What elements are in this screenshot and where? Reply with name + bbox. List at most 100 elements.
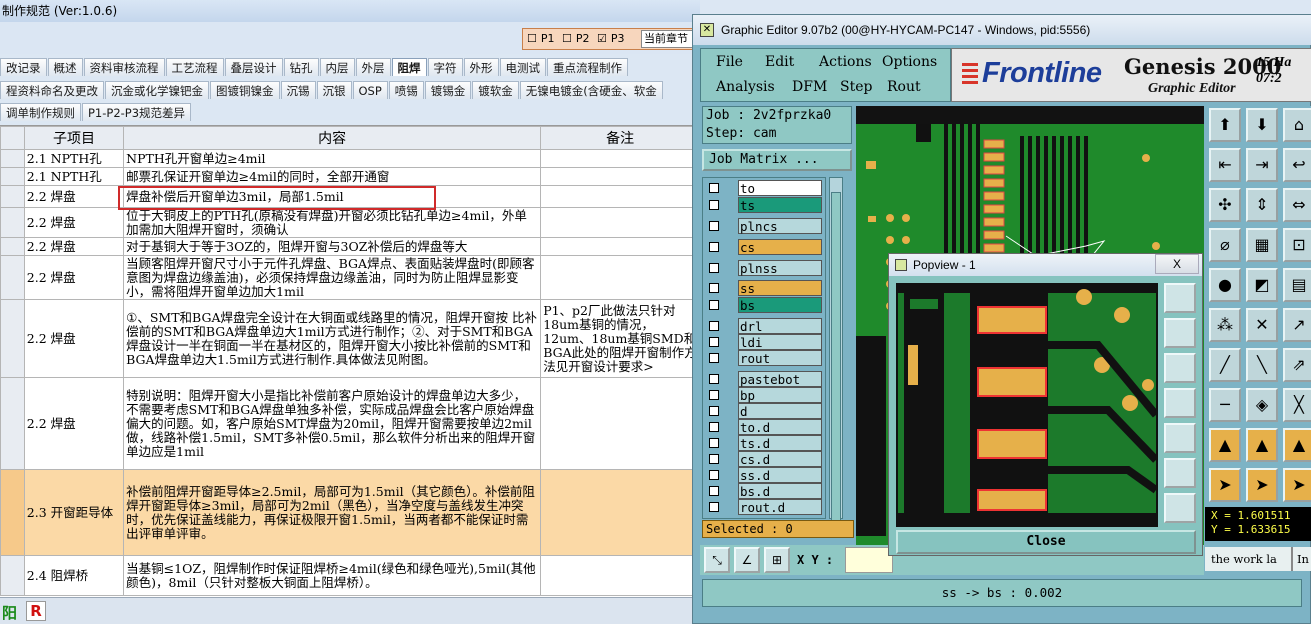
content-cell[interactable]: 特别说明：阻焊开窗大小是指比补偿前客户原始设计的焊盘单边大多少，不需要考虑SMT… xyxy=(123,377,542,470)
layer-row[interactable]: rout.d xyxy=(706,499,824,515)
layer-name[interactable]: to.d xyxy=(738,419,822,435)
sheet-tab[interactable]: 字符 xyxy=(427,58,463,76)
table-row[interactable]: 2.4 阻焊桥 当基铜≤1OZ，阻焊制作时保证阻焊桥≥4mil(绿色和绿色哑光),… xyxy=(0,555,700,596)
layer-name[interactable]: to xyxy=(738,180,822,196)
tool-button-icon[interactable]: ─ xyxy=(1209,388,1241,422)
menu-step[interactable]: Step xyxy=(840,79,872,95)
subitem-cell[interactable]: 2.1 NPTH孔 xyxy=(23,167,125,186)
layer-name[interactable]: rout xyxy=(738,350,822,366)
tool-button-icon[interactable]: ↩ xyxy=(1283,148,1311,182)
popview-zoom-in-icon[interactable] xyxy=(1164,458,1196,488)
layer-name[interactable]: ss.d xyxy=(738,467,822,483)
layer-row[interactable]: ldi xyxy=(706,334,824,350)
layer-checkbox[interactable] xyxy=(709,353,719,363)
row-header-cell[interactable] xyxy=(0,149,25,168)
sheet-tab[interactable]: 外层 xyxy=(355,58,391,76)
sheet-tab[interactable]: 阻焊 xyxy=(391,58,427,76)
layer-row[interactable]: ts.d xyxy=(706,435,824,451)
layer-row[interactable]: rout xyxy=(706,350,824,366)
layer-name[interactable]: cs xyxy=(738,239,822,255)
tool-button-icon[interactable]: ➤ xyxy=(1246,468,1278,502)
popview-zoom-icon[interactable] xyxy=(1164,283,1196,313)
layer-checkbox[interactable] xyxy=(709,337,719,347)
row-header-cell[interactable] xyxy=(0,469,25,556)
tool-button-icon[interactable]: ⬆ xyxy=(1209,108,1241,142)
layer-row[interactable]: to.d xyxy=(706,419,824,435)
note-cell[interactable] xyxy=(540,255,700,300)
row-header-cell[interactable] xyxy=(0,207,25,238)
job-matrix-button[interactable]: Job Matrix ... xyxy=(702,149,852,171)
popview-pan-down-icon[interactable] xyxy=(1164,353,1196,383)
sheet-tab[interactable]: 电测试 xyxy=(499,58,546,76)
layer-checkbox[interactable] xyxy=(709,300,719,310)
note-cell[interactable] xyxy=(540,149,700,168)
popview-pan-left-icon[interactable] xyxy=(1164,388,1196,418)
status-icon-yang[interactable]: 阳 xyxy=(2,602,17,623)
tool-button-icon[interactable]: ╳ xyxy=(1283,388,1311,422)
current-chapter-select[interactable]: 当前章节 xyxy=(641,30,693,48)
layer-row[interactable]: bs xyxy=(706,297,824,313)
note-cell[interactable] xyxy=(540,377,700,470)
p1-checkbox[interactable]: ☐ P1 xyxy=(527,29,555,49)
sheet-tab[interactable]: 沉金或化学镍钯金 xyxy=(105,81,209,99)
subitem-cell[interactable]: 2.2 焊盘 xyxy=(23,255,125,300)
note-cell[interactable] xyxy=(540,167,700,186)
tool-button-icon[interactable]: ⇗ xyxy=(1283,348,1311,382)
layer-checkbox[interactable] xyxy=(709,486,719,496)
layer-row[interactable]: ss.d xyxy=(706,467,824,483)
tool-button-icon[interactable]: ⌀ xyxy=(1209,228,1241,262)
sheet-tab[interactable]: 调单制作规则 xyxy=(0,103,81,121)
content-cell[interactable]: 对于基铜大于等于3OZ的，阻焊开窗与3OZ补偿后的焊盘等大 xyxy=(123,237,542,256)
layer-row[interactable]: d xyxy=(706,403,824,419)
tool-button-icon[interactable]: ✕ xyxy=(1246,308,1278,342)
layer-name[interactable]: pastebot xyxy=(738,371,822,387)
sheet-tab[interactable]: 喷锡 xyxy=(388,81,424,99)
layer-checkbox[interactable] xyxy=(709,200,719,210)
tool-button-icon[interactable]: ⇥ xyxy=(1246,148,1278,182)
layer-checkbox[interactable] xyxy=(709,242,719,252)
subitem-cell[interactable]: 2.3 开窗距导体 xyxy=(23,469,125,556)
xy-input[interactable] xyxy=(845,547,893,573)
column-header-note[interactable]: 备注 xyxy=(540,126,700,150)
tool-button-icon[interactable]: ▦ xyxy=(1246,228,1278,262)
table-row[interactable]: 2.1 NPTH孔 邮票孔保证开窗单边≥4mil的同时，全部开通窗 xyxy=(0,167,700,186)
tool-button-icon[interactable]: ⊡ xyxy=(1283,228,1311,262)
subitem-cell[interactable]: 2.2 焊盘 xyxy=(23,377,125,470)
content-cell[interactable]: 补偿前阻焊开窗距导体≥2.5mil，局部可为1.5mil（其它颜色）。补偿前阻焊… xyxy=(123,469,542,556)
layer-checkbox[interactable] xyxy=(709,283,719,293)
column-header-subitem[interactable]: 子项目 xyxy=(23,126,125,150)
sheet-tab[interactable]: 资料审核流程 xyxy=(83,58,165,76)
column-header-content[interactable]: 内容 xyxy=(123,126,542,150)
row-header-cell[interactable] xyxy=(0,237,25,256)
layer-checkbox[interactable] xyxy=(709,183,719,193)
row-header-cell[interactable] xyxy=(0,377,25,470)
menu-analysis[interactable]: Analysis xyxy=(716,79,775,95)
content-cell[interactable]: 当顾客阻焊开窗尺寸小于元件孔焊盘、BGA焊点、表面贴装焊盘时(即顾客意图为焊盘边… xyxy=(123,255,542,300)
table-row[interactable]: 2.2 焊盘 对于基铜大于等于3OZ的，阻焊开窗与3OZ补偿后的焊盘等大 xyxy=(0,237,700,256)
note-cell[interactable] xyxy=(540,555,700,596)
layer-name[interactable]: plnss xyxy=(738,260,822,276)
layer-name[interactable]: bp xyxy=(738,387,822,403)
layer-checkbox[interactable] xyxy=(709,406,719,416)
menu-edit[interactable]: Edit xyxy=(765,54,794,70)
tool-button-icon[interactable]: ⇤ xyxy=(1209,148,1241,182)
tool-button-icon[interactable]: ✣ xyxy=(1209,188,1241,222)
table-row[interactable]: 2.3 开窗距导体 补偿前阻焊开窗距导体≥2.5mil，局部可为1.5mil（其它… xyxy=(0,469,700,556)
measure-icon[interactable]: ∠ xyxy=(734,547,760,573)
layer-row[interactable]: plnss xyxy=(706,260,824,276)
layer-checkbox[interactable] xyxy=(709,454,719,464)
layer-checkbox[interactable] xyxy=(709,321,719,331)
popview-canvas[interactable] xyxy=(896,283,1158,527)
sheet-tab[interactable]: 图镀铜镍金 xyxy=(210,81,280,99)
sheet-tab[interactable]: 钻孔 xyxy=(283,58,319,76)
row-header-cell[interactable] xyxy=(0,299,25,378)
tool-button-icon[interactable]: ↗ xyxy=(1283,308,1311,342)
popview-close-icon[interactable]: X xyxy=(1155,254,1199,274)
content-cell[interactable]: NPTH孔开窗单边≥4mil xyxy=(123,149,542,168)
layer-row[interactable]: ts xyxy=(706,197,824,213)
tool-button-icon[interactable]: ⇕ xyxy=(1246,188,1278,222)
layer-row[interactable]: bp xyxy=(706,387,824,403)
content-cell[interactable]: 当基铜≤1OZ，阻焊制作时保证阻焊桥≥4mil(绿色和绿色哑光),5mil(其他… xyxy=(123,555,542,596)
tool-button-icon[interactable]: ▲ xyxy=(1246,428,1278,462)
layer-checkbox[interactable] xyxy=(709,374,719,384)
